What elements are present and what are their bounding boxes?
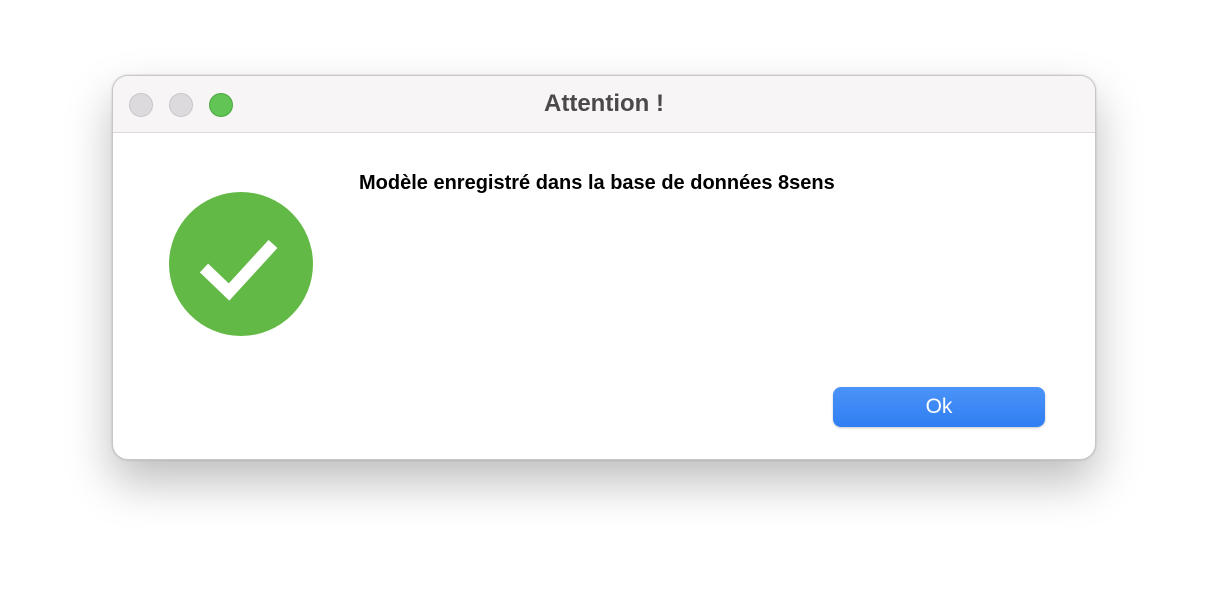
alert-dialog-window: Attention ! Modèle enregistré dans la ba…	[112, 75, 1096, 460]
dialog-message: Modèle enregistré dans la base de donnée…	[359, 172, 835, 194]
title-bar: Attention !	[113, 76, 1095, 133]
success-checkmark-icon	[169, 192, 313, 336]
window-title: Attention !	[544, 90, 664, 117]
ok-button[interactable]: Ok	[833, 387, 1045, 427]
